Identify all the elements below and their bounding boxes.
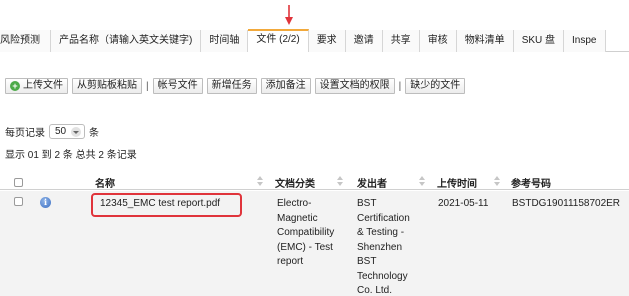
document-category: Electro- Magnetic Compatibility (EMC) - … — [277, 197, 334, 270]
select-all-checkbox[interactable] — [14, 178, 23, 187]
tab-product-name[interactable]: 产品名称（请输入英文关键字) — [51, 30, 202, 52]
tab-risk-forecast[interactable]: 风险预测 — [0, 30, 51, 52]
table-row: i 12345_EMC test report.pdf Electro- Mag… — [0, 191, 629, 296]
sort-icon[interactable] — [257, 176, 263, 186]
issuer-line: BST — [357, 256, 377, 267]
per-page-select[interactable]: 50 — [49, 124, 85, 139]
tab-timeline[interactable]: 时间轴 — [201, 30, 249, 52]
record-count: 显示 01 到 2 条 总共 2 条记录 — [5, 150, 137, 161]
account-file-button[interactable]: 帐号文件 — [152, 78, 203, 94]
upload-time: 2021-05-11 — [438, 198, 489, 209]
header-issuer[interactable]: 发出者 — [357, 175, 387, 190]
plus-icon: + — [10, 81, 20, 91]
sort-icon[interactable] — [337, 176, 343, 186]
tab-files[interactable]: 文件 (2/2) — [248, 29, 309, 52]
upload-file-label: 上传文件 — [23, 80, 63, 91]
sort-icon[interactable] — [419, 176, 425, 186]
tab-invite[interactable]: 邀请 — [345, 30, 383, 52]
tab-inspection[interactable]: Inspe — [564, 30, 606, 52]
category-line: report — [277, 256, 304, 267]
category-line: Electro- — [277, 198, 312, 209]
toolbar-separator: | — [146, 80, 149, 92]
tab-bom[interactable]: 物料清单 — [456, 30, 514, 52]
file-toolbar: + 上传文件 从剪贴板粘贴 | 帐号文件 新增任务 添加备注 设置文档的权限 |… — [5, 78, 469, 94]
header-name[interactable]: 名称 — [95, 175, 115, 190]
category-line: Magnetic — [277, 212, 318, 224]
category-line: (EMC) - Test — [277, 241, 333, 253]
issuer-line: & Testing - — [357, 227, 405, 238]
issuer: BST Certification & Testing - Shenzhen B… — [357, 197, 410, 296]
per-page-unit: 条 — [89, 128, 99, 139]
tab-review[interactable]: 审核 — [419, 30, 457, 52]
header-ref-no[interactable]: 参考号码 — [511, 175, 551, 190]
per-page-value: 50 — [55, 126, 67, 137]
issuer-line: Shenzhen — [357, 241, 403, 253]
info-icon[interactable]: i — [40, 197, 51, 208]
annotation-arrow-icon — [285, 5, 293, 25]
row-checkbox[interactable] — [14, 197, 23, 206]
per-page-control: 每页记录 50 条 — [5, 124, 99, 139]
issuer-line: BST — [357, 198, 377, 209]
file-name-link[interactable]: 12345_EMC test report.pdf — [100, 197, 220, 212]
paste-from-clipboard-button[interactable]: 从剪贴板粘贴 — [72, 78, 142, 94]
issuer-line: Co. Ltd. — [357, 285, 393, 296]
table-header: 名称 文档分类 发出者 上传时间 参考号码 — [0, 170, 629, 190]
category-line: Compatibility — [277, 227, 335, 238]
tab-sku[interactable]: SKU 盘 — [513, 30, 565, 52]
per-page-label: 每页记录 — [5, 128, 45, 139]
toolbar-separator: | — [398, 80, 402, 92]
set-permissions-button[interactable]: 设置文档的权限 — [314, 78, 395, 94]
add-note-button[interactable]: 添加备注 — [260, 78, 311, 94]
reference-number: BSTDG19011158702ER — [512, 198, 621, 209]
issuer-line: Certification — [357, 212, 410, 224]
upload-file-button[interactable]: + 上传文件 — [5, 78, 68, 94]
tab-requirements[interactable]: 要求 — [308, 30, 346, 52]
tab-share[interactable]: 共享 — [382, 30, 420, 52]
new-task-button[interactable]: 新增任务 — [206, 78, 257, 94]
chevron-down-icon — [71, 126, 81, 137]
issuer-line: Technology — [357, 270, 408, 282]
missing-files-button[interactable]: 缺少的文件 — [405, 78, 466, 94]
header-upload-time[interactable]: 上传时间 — [437, 175, 477, 190]
tab-bar: 风险预测 产品名称（请输入英文关键字) 时间轴 文件 (2/2) 要求 邀请 共… — [0, 29, 629, 52]
header-category[interactable]: 文档分类 — [275, 175, 315, 190]
sort-icon[interactable] — [494, 176, 500, 186]
